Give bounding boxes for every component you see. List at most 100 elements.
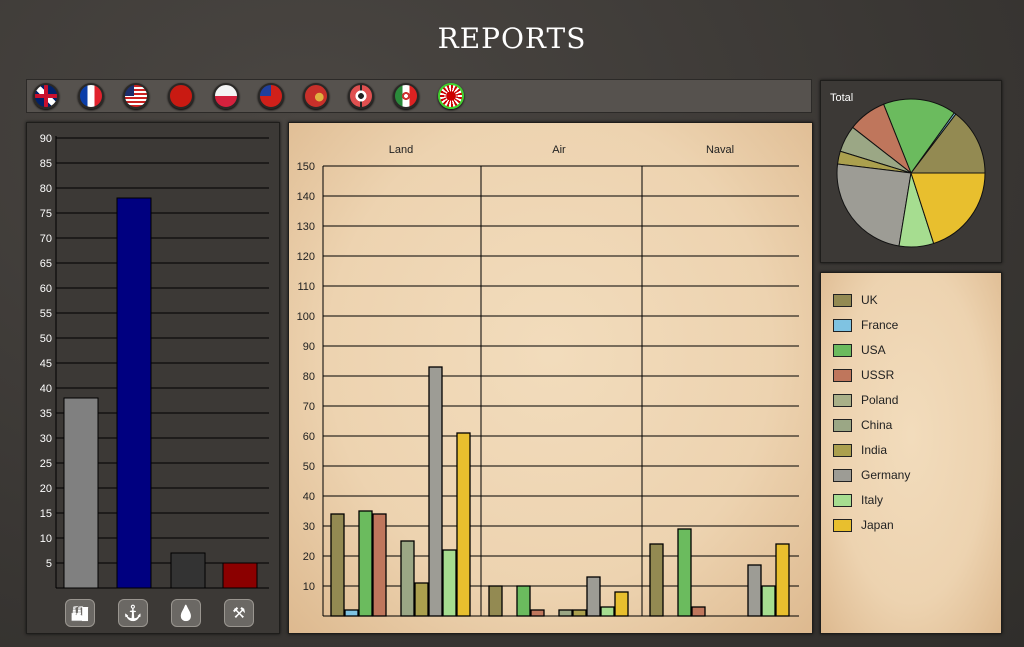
- bar-naval-uk: [649, 543, 664, 617]
- legend-swatch: [833, 318, 852, 332]
- legend-item-usa: USA: [833, 343, 886, 357]
- bar-air-italy: [600, 606, 615, 617]
- flag-usa-button[interactable]: [123, 83, 149, 109]
- flag-india-button[interactable]: [303, 83, 329, 109]
- military-panel: 10 20 30 40 50 60 70 80 90 100 110 120 130 140 150 Land…: [288, 122, 813, 634]
- y-tick-label: 25: [40, 458, 52, 470]
- legend-label: Germany: [861, 468, 911, 482]
- bar-land-india: [414, 582, 429, 617]
- flag-germany-button[interactable]: [348, 83, 374, 109]
- legend-label: USA: [861, 343, 886, 357]
- bar-land-germany: [428, 366, 443, 617]
- oil-drop-icon: 💧: [176, 605, 196, 622]
- legend-label: France: [861, 318, 899, 332]
- bar-factories: [63, 397, 99, 589]
- y-tick-label: 80: [40, 183, 52, 195]
- flag-china-button[interactable]: [258, 83, 284, 109]
- bar-oil: [170, 552, 206, 589]
- y-tick-label: 140: [297, 191, 315, 203]
- y-tick-label: 80: [303, 371, 315, 383]
- legend-item-poland: Poland: [833, 393, 898, 407]
- legend-swatch: [833, 418, 852, 432]
- legend-item-france: France: [833, 318, 898, 332]
- y-tick-label: 50: [40, 333, 52, 345]
- y-tick-label: 70: [40, 233, 52, 245]
- y-tick-label: 10: [303, 581, 315, 593]
- group-label-naval: Naval: [706, 144, 734, 156]
- y-tick-label: 40: [303, 491, 315, 503]
- bar-resources: [222, 562, 258, 589]
- flag-italy-button[interactable]: [393, 83, 419, 109]
- y-tick-label: 35: [40, 408, 52, 420]
- bar-naval: [116, 197, 152, 589]
- y-tick-label: 85: [40, 158, 52, 170]
- flag-poland-button[interactable]: [213, 83, 239, 109]
- y-tick-label: 45: [40, 358, 52, 370]
- y-tick-label: 50: [303, 461, 315, 473]
- bar-naval-usa: [677, 528, 692, 617]
- resources-chart: 5 10 15 20 25 30 35 40 45 50 55 60 65 70 75 80 85 90: [40, 133, 269, 589]
- anchor-button[interactable]: ⚓: [118, 599, 148, 627]
- bar-land-usa: [358, 510, 373, 617]
- y-tick-label: 15: [40, 508, 52, 520]
- flag-france-button[interactable]: [78, 83, 104, 109]
- y-tick-label: 130: [297, 221, 315, 233]
- y-tick-label: 90: [40, 133, 52, 145]
- y-tick-label: 90: [303, 341, 315, 353]
- legend-label: Italy: [861, 493, 884, 507]
- bar-land-france: [344, 609, 359, 617]
- flag-uk-button[interactable]: [33, 83, 59, 109]
- legend-item-ussr: USSR: [833, 368, 894, 382]
- legend-swatch: [833, 493, 852, 507]
- bar-land-ussr: [372, 513, 387, 617]
- bar-naval-italy: [761, 585, 776, 617]
- flag-japan-button[interactable]: [438, 83, 464, 109]
- y-tick-label: 60: [40, 283, 52, 295]
- y-tick-label: 5: [46, 558, 52, 570]
- bar-air-germany: [586, 576, 601, 617]
- legend-item-japan: Japan: [833, 518, 894, 532]
- legend-swatch: [833, 443, 852, 457]
- mining-tools-button[interactable]: ⚒: [224, 599, 254, 627]
- bar-air-usa: [516, 585, 531, 617]
- pie-title: Total: [830, 92, 853, 104]
- factory-button[interactable]: 🏭: [65, 599, 95, 627]
- page-title: REPORTS: [437, 22, 587, 55]
- total-pie-chart: Total: [830, 92, 986, 248]
- legend-swatch: [833, 518, 852, 532]
- bar-land-uk: [330, 513, 345, 617]
- bar-land-china: [400, 540, 415, 617]
- y-tick-label: 20: [303, 551, 315, 563]
- y-tick-label: 110: [297, 281, 315, 293]
- legend-item-uk: UK: [833, 293, 878, 307]
- flag-ussr-button[interactable]: [168, 83, 194, 109]
- legend-swatch: [833, 368, 852, 382]
- country-flag-bar: [26, 79, 812, 113]
- bar-air-ussr: [530, 609, 545, 617]
- group-label-air: Air: [552, 144, 566, 156]
- y-tick-label: 75: [40, 208, 52, 220]
- legend-label: Poland: [861, 393, 899, 407]
- bar-air-china: [558, 609, 573, 617]
- y-tick-label: 10: [40, 533, 52, 545]
- resources-panel: 5 10 15 20 25 30 35 40 45 50 55 60 65 70 75 80 85 90: [26, 122, 280, 634]
- factory-icon: 🏭: [70, 605, 90, 622]
- y-tick-label: 100: [297, 311, 315, 323]
- y-tick-label: 60: [303, 431, 315, 443]
- legend-swatch: [833, 393, 852, 407]
- legend-swatch: [833, 468, 852, 482]
- y-tick-label: 20: [40, 483, 52, 495]
- anchor-icon: ⚓: [123, 605, 143, 622]
- y-tick-label: 150: [297, 161, 315, 173]
- legend-item-italy: Italy: [833, 493, 883, 507]
- bar-land-japan: [456, 432, 471, 617]
- legend-label: Japan: [861, 518, 894, 532]
- y-tick-label: 120: [297, 251, 315, 263]
- legend-label: UK: [861, 293, 878, 307]
- oil-drop-button[interactable]: 💧: [171, 599, 201, 627]
- y-tick-label: 40: [40, 383, 52, 395]
- legend-item-germany: Germany: [833, 468, 910, 482]
- legend-swatch: [833, 293, 852, 307]
- bar-air-japan: [614, 591, 629, 617]
- military-chart: 10 20 30 40 50 60 70 80 90 100 110 120 130 140 150 Land…: [297, 144, 799, 617]
